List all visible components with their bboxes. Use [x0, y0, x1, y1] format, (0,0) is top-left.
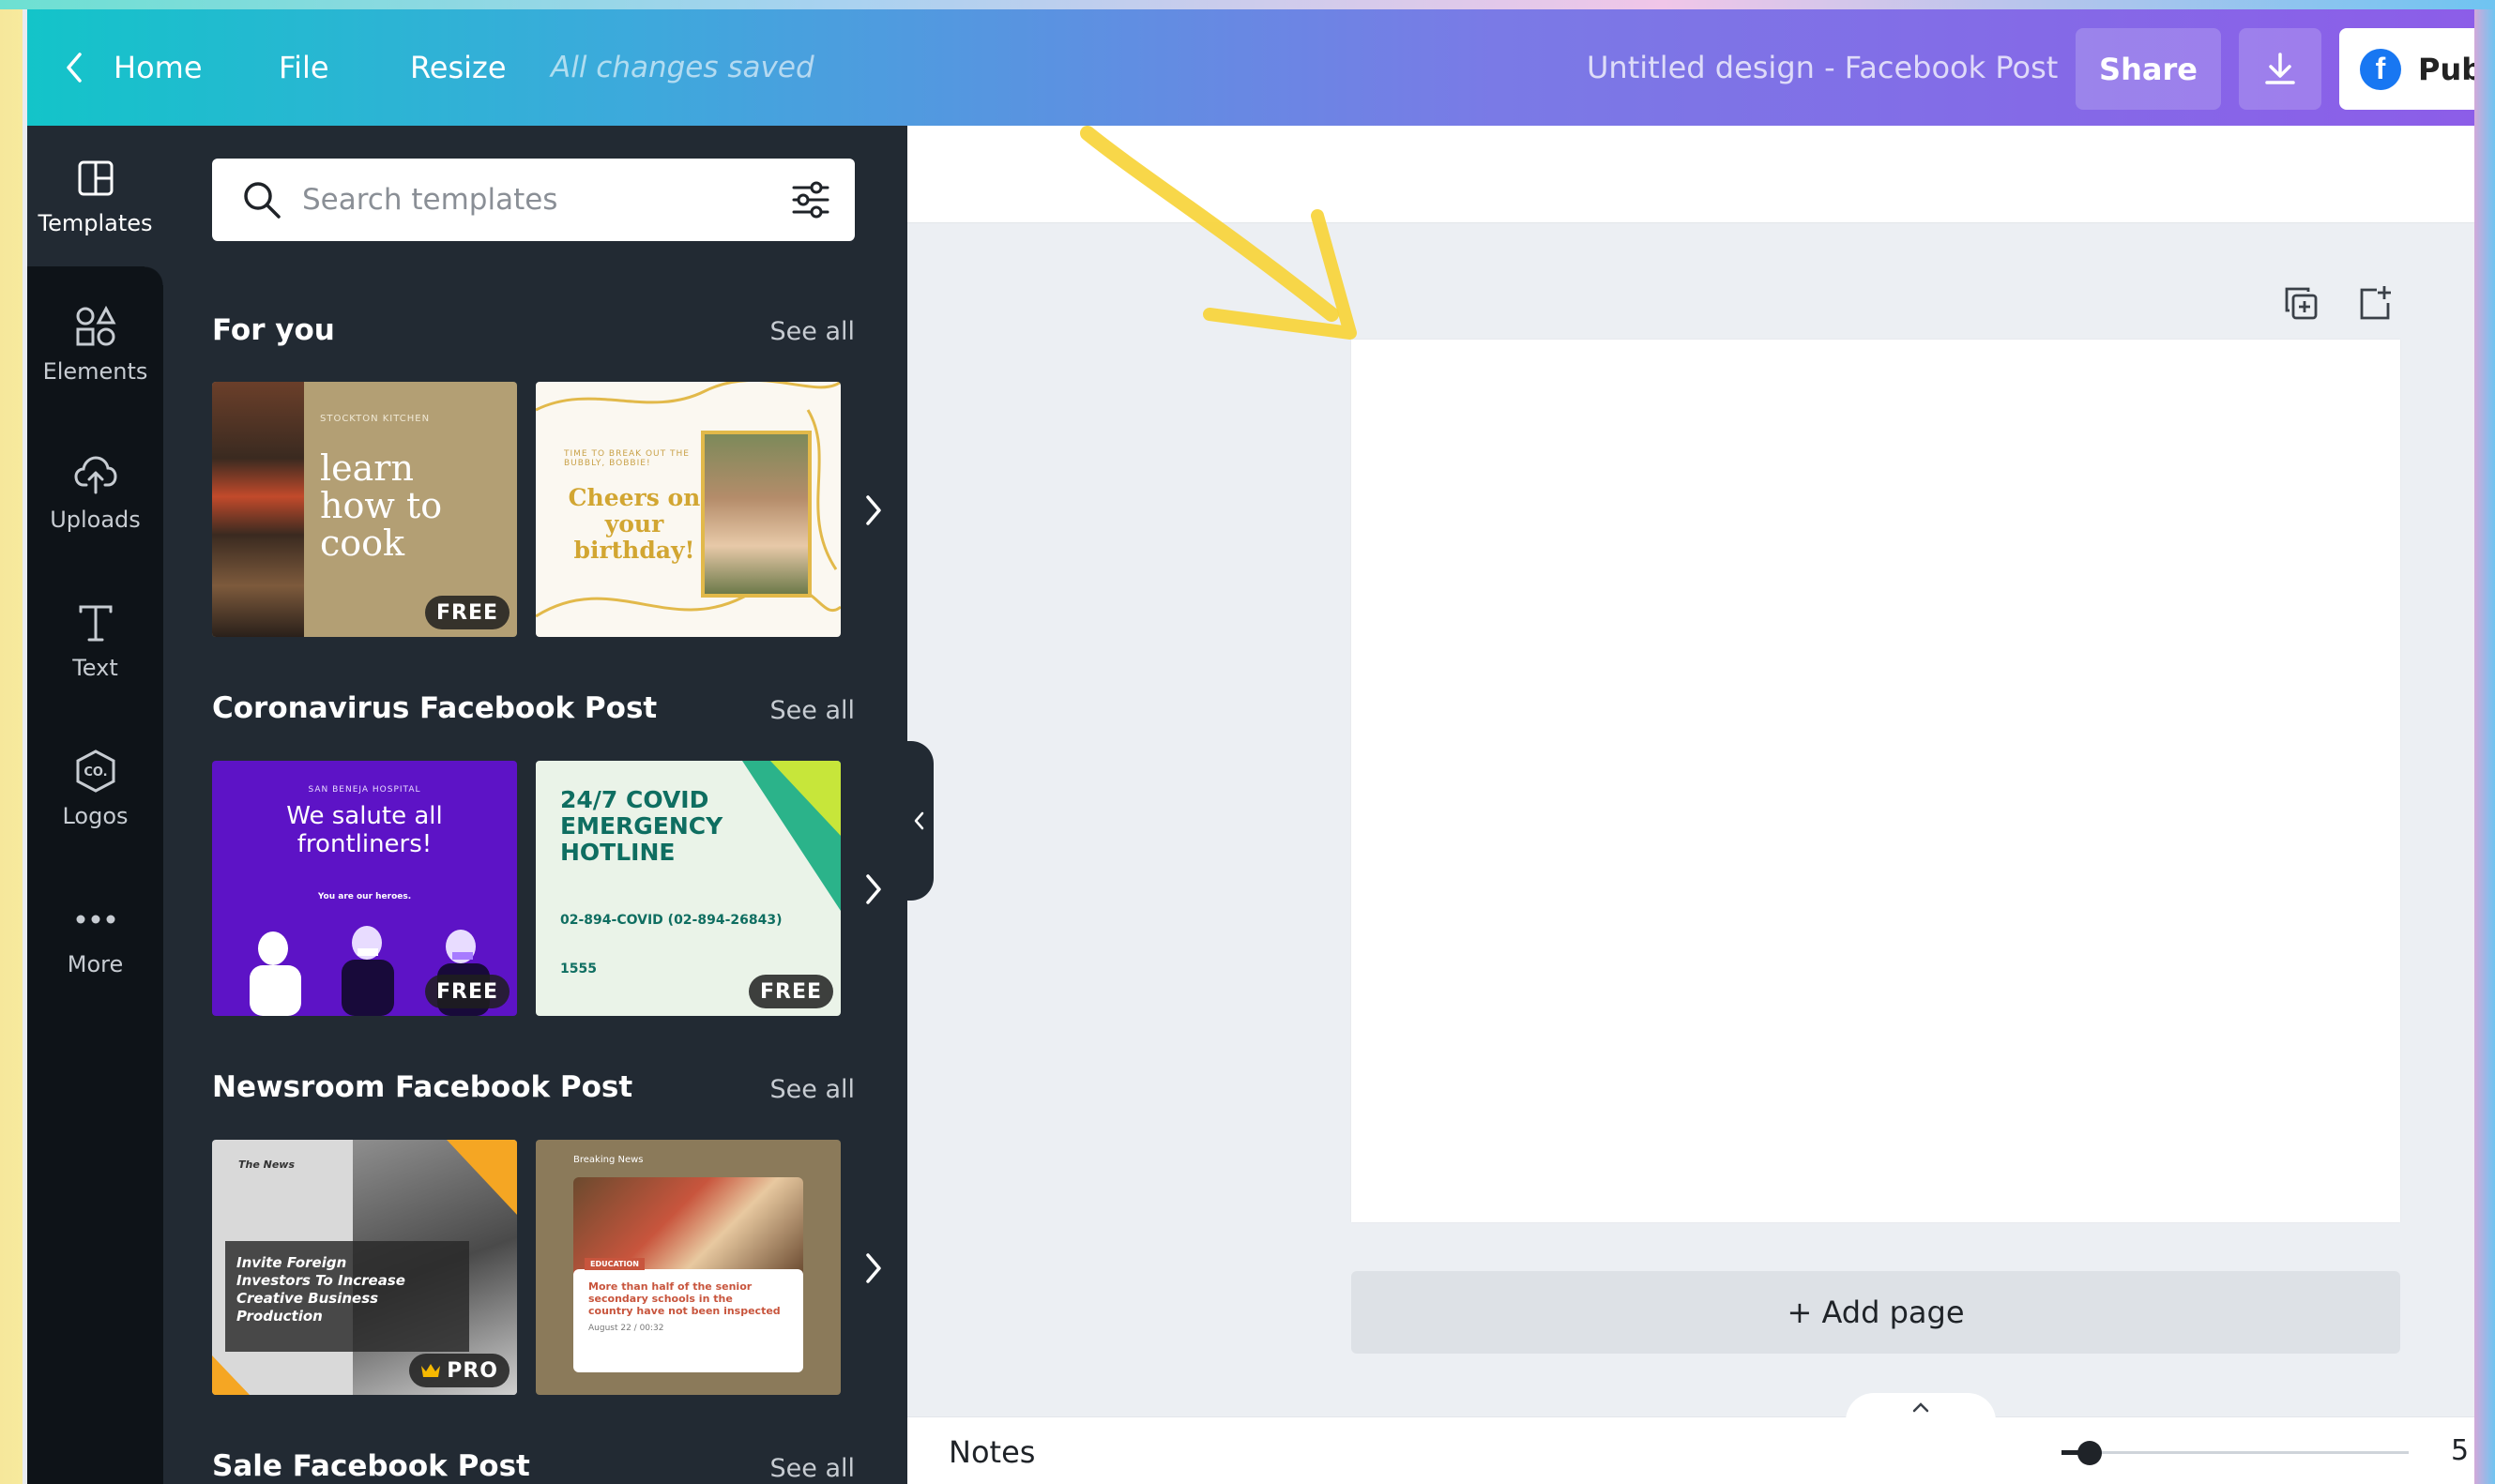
side-navigation: Templates Elements Uploads Text CO. Logo…	[27, 126, 163, 1484]
pro-badge: PRO	[409, 1354, 510, 1387]
thumb-headline: Cheers on your birthday!	[568, 484, 701, 564]
rail-label: More	[67, 951, 124, 977]
chevron-right-icon[interactable]	[860, 1249, 888, 1287]
section-title: Coronavirus Facebook Post	[212, 691, 658, 725]
see-all-link[interactable]: See all	[770, 1075, 856, 1104]
rail-item-text[interactable]: Text	[27, 570, 163, 711]
chevron-left-icon[interactable]	[55, 9, 93, 126]
decorative-strip	[0, 0, 2495, 9]
thumb-headline: Invite Foreign Investors To Increase Cre…	[236, 1254, 405, 1325]
logos-icon: CO.	[73, 749, 118, 794]
elements-icon	[73, 304, 118, 349]
add-page-button[interactable]: + Add page	[1351, 1271, 2400, 1354]
thumb-kicker: STOCKTON KITCHEN	[320, 414, 431, 424]
search-input[interactable]	[302, 183, 787, 217]
thumb-kicker: SAN BENEJA HOSPITAL	[308, 785, 421, 795]
chevron-right-icon[interactable]	[860, 492, 888, 529]
filter-icon[interactable]	[787, 176, 834, 223]
section-title: For you	[212, 313, 335, 347]
rail-label: Elements	[42, 358, 148, 385]
expand-notes-button[interactable]	[1846, 1393, 1996, 1421]
see-all-link[interactable]: See all	[770, 317, 856, 346]
zoom-slider-handle[interactable]	[2077, 1441, 2102, 1465]
rail-label: Logos	[62, 803, 129, 829]
template-thumbnail-cook[interactable]: STOCKTON KITCHEN learn how to cook FREE	[212, 382, 517, 637]
template-thumbnail-breaking-news[interactable]: Breaking News EDUCATION More than half o…	[536, 1140, 841, 1395]
chevron-up-icon	[1912, 1402, 1929, 1413]
text-icon	[73, 600, 118, 645]
more-dots-icon	[73, 897, 118, 942]
rail-item-more[interactable]: More	[27, 867, 163, 1007]
section-title: Newsroom Facebook Post	[212, 1070, 633, 1104]
thumb-subtext: 1555	[560, 962, 597, 977]
badge-label: PRO	[447, 1358, 498, 1383]
thumb-kicker: TIME TO BREAK OUT THE BUBBLY, BOBBIE!	[564, 449, 690, 468]
thumb-headline: learn how to cook	[320, 447, 443, 564]
save-status: All changes saved	[551, 51, 814, 84]
notes-button[interactable]: Notes	[949, 1434, 1035, 1470]
zoom-slider-track[interactable]	[2061, 1451, 2409, 1454]
template-thumbnail-news-investors[interactable]: The News Invite Foreign Investors To Inc…	[212, 1140, 517, 1395]
see-all-link[interactable]: See all	[770, 1454, 856, 1483]
rail-item-elements[interactable]: Elements	[27, 274, 163, 415]
chevron-left-icon	[914, 811, 924, 830]
rail-item-templates[interactable]: Templates	[27, 126, 163, 285]
rail-item-logos[interactable]: CO. Logos	[27, 719, 163, 859]
search-icon	[238, 176, 285, 223]
svg-text:CO.: CO.	[84, 765, 107, 780]
home-button[interactable]: Home	[114, 9, 203, 126]
top-bar: Home File Resize All changes saved Untit…	[27, 9, 2474, 126]
free-badge: FREE	[424, 975, 510, 1008]
portrait-photo	[701, 431, 812, 598]
chevron-right-icon[interactable]	[860, 871, 888, 908]
add-page-icon[interactable]	[2353, 281, 2396, 325]
rail-label: Templates	[38, 210, 153, 236]
search-bar	[212, 159, 855, 241]
rail-item-uploads[interactable]: Uploads	[27, 422, 163, 563]
design-page[interactable]	[1351, 340, 2400, 1222]
see-all-link[interactable]: See all	[770, 696, 856, 725]
file-menu-button[interactable]: File	[279, 9, 329, 126]
template-thumbnail-frontliners[interactable]: SAN BENEJA HOSPITAL We salute all frontl…	[212, 761, 517, 1016]
thumb-subtext: 02-894-COVID (02-894-26843)	[560, 913, 783, 928]
rail-label: Text	[72, 655, 118, 681]
thumb-subtext: August 22 / 00:32	[588, 1324, 664, 1333]
resize-button[interactable]: Resize	[410, 9, 507, 126]
template-thumbnail-covid-hotline[interactable]: 24/7 COVID EMERGENCY HOTLINE 02-894-COVI…	[536, 761, 841, 1016]
template-thumbnail-birthday[interactable]: TIME TO BREAK OUT THE BUBBLY, BOBBIE! Ch…	[536, 382, 841, 637]
download-icon	[2265, 52, 2295, 84]
thumb-headline: More than half of the senior secondary s…	[588, 1280, 781, 1317]
free-badge: FREE	[424, 596, 510, 629]
share-button[interactable]: Share	[2076, 28, 2221, 110]
canva-editor: Home File Resize All changes saved Untit…	[27, 9, 2474, 1484]
zoom-percentage[interactable]: 5	[2451, 1434, 2469, 1467]
thumb-kicker: Breaking News	[573, 1155, 644, 1165]
thumb-kicker: The News	[238, 1158, 296, 1171]
section-title: Sale Facebook Post	[212, 1449, 530, 1483]
facebook-icon: f	[2360, 48, 2401, 90]
cloud-upload-icon	[73, 452, 118, 497]
publish-label: Pub	[2418, 51, 2474, 87]
duplicate-page-icon[interactable]	[2279, 281, 2322, 325]
templates-icon	[73, 156, 118, 201]
download-button[interactable]	[2239, 28, 2321, 110]
collapse-panel-button[interactable]	[905, 741, 934, 901]
food-photo-strip	[212, 382, 304, 637]
publish-facebook-button[interactable]: f Pub	[2339, 28, 2474, 110]
document-title[interactable]: Untitled design - Facebook Post	[1587, 9, 2058, 126]
notes-bar: Notes 5	[907, 1393, 2474, 1484]
category-tag: EDUCATION	[585, 1258, 645, 1270]
free-badge: FREE	[748, 975, 833, 1008]
annotation-arrow-icon	[1080, 126, 1357, 340]
crown-icon	[421, 1364, 441, 1377]
thumb-subtext: You are our heroes.	[317, 892, 412, 901]
thumb-headline: We salute all frontliners!	[286, 802, 443, 858]
rail-label: Uploads	[50, 507, 141, 533]
thumb-headline: 24/7 COVID EMERGENCY HOTLINE	[560, 786, 723, 866]
templates-panel: For you See all STOCKTON KITCHEN learn h…	[163, 126, 907, 1484]
